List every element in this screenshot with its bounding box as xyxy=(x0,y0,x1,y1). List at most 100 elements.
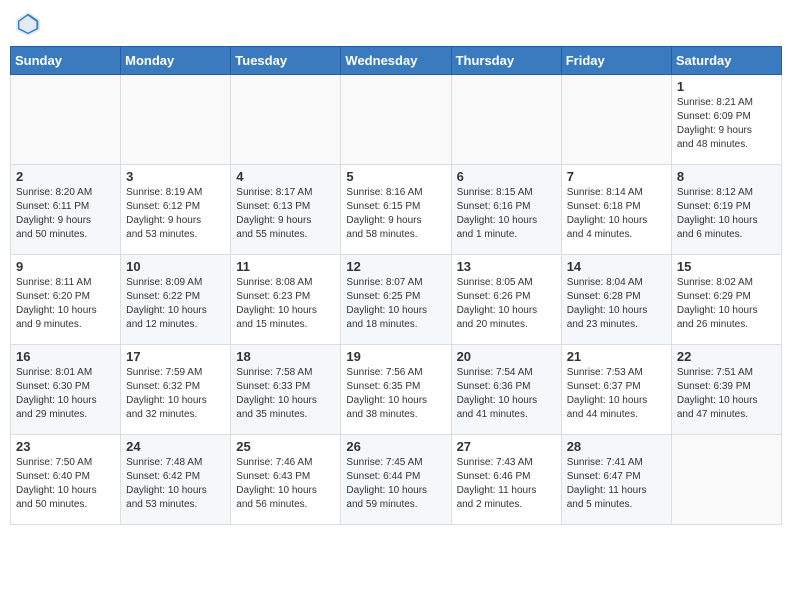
day-info: Sunrise: 8:12 AM Sunset: 6:19 PM Dayligh… xyxy=(677,186,776,242)
day-info: Sunrise: 7:48 AM Sunset: 6:42 PM Dayligh… xyxy=(126,456,225,512)
day-number: 21 xyxy=(567,349,666,364)
day-info: Sunrise: 7:53 AM Sunset: 6:37 PM Dayligh… xyxy=(567,366,666,422)
calendar-day-22: 22 Sunrise: 7:51 AM Sunset: 6:39 PM Dayli… xyxy=(671,345,781,435)
calendar-day-26: 26 Sunrise: 7:45 AM Sunset: 6:44 PM Dayli… xyxy=(341,435,451,525)
day-info: Sunrise: 8:07 AM Sunset: 6:25 PM Dayligh… xyxy=(346,276,445,332)
calendar-week-3: 9 Sunrise: 8:11 AM Sunset: 6:20 PM Daylig… xyxy=(11,255,782,345)
calendar-day-3: 3 Sunrise: 8:19 AM Sunset: 6:12 PM Daylig… xyxy=(121,165,231,255)
day-info: Sunrise: 8:05 AM Sunset: 6:26 PM Dayligh… xyxy=(457,276,556,332)
day-info: Sunrise: 7:50 AM Sunset: 6:40 PM Dayligh… xyxy=(16,456,115,512)
calendar-empty-cell xyxy=(121,75,231,165)
day-info: Sunrise: 8:14 AM Sunset: 6:18 PM Dayligh… xyxy=(567,186,666,242)
day-number: 4 xyxy=(236,169,335,184)
calendar-day-16: 16Sunrise: 8:01 AM Sunset: 6:30 PM Dayli… xyxy=(11,345,121,435)
day-info: Sunrise: 8:19 AM Sunset: 6:12 PM Dayligh… xyxy=(126,186,225,242)
day-number: 3 xyxy=(126,169,225,184)
day-info: Sunrise: 7:45 AM Sunset: 6:44 PM Dayligh… xyxy=(346,456,445,512)
calendar-empty-cell xyxy=(341,75,451,165)
calendar-day-13: 13 Sunrise: 8:05 AM Sunset: 6:26 PM Dayli… xyxy=(451,255,561,345)
calendar-day-12: 12 Sunrise: 8:07 AM Sunset: 6:25 PM Dayli… xyxy=(341,255,451,345)
calendar-day-17: 17 Sunrise: 7:59 AM Sunset: 6:32 PM Dayli… xyxy=(121,345,231,435)
day-info: Sunrise: 8:02 AM Sunset: 6:29 PM Dayligh… xyxy=(677,276,776,332)
day-number: 12 xyxy=(346,259,445,274)
day-number: 26 xyxy=(346,439,445,454)
day-info: Sunrise: 7:58 AM Sunset: 6:33 PM Dayligh… xyxy=(236,366,335,422)
weekday-header-monday: Monday xyxy=(121,47,231,75)
page-header xyxy=(10,10,782,38)
day-number: 16 xyxy=(16,349,115,364)
day-number: 14 xyxy=(567,259,666,274)
day-number: 2 xyxy=(16,169,115,184)
weekday-header-friday: Friday xyxy=(561,47,671,75)
day-number: 20 xyxy=(457,349,556,364)
day-number: 18 xyxy=(236,349,335,364)
calendar-empty-cell xyxy=(11,75,121,165)
calendar-day-2: 2 Sunrise: 8:20 AM Sunset: 6:11 PM Daylig… xyxy=(11,165,121,255)
weekday-header-saturday: Saturday xyxy=(671,47,781,75)
calendar-day-9: 9 Sunrise: 8:11 AM Sunset: 6:20 PM Daylig… xyxy=(11,255,121,345)
day-number: 5 xyxy=(346,169,445,184)
calendar-day-5: 5Sunrise: 8:16 AM Sunset: 6:15 PM Daylig… xyxy=(341,165,451,255)
calendar-day-23: 23 Sunrise: 7:50 AM Sunset: 6:40 PM Dayli… xyxy=(11,435,121,525)
calendar-day-19: 19Sunrise: 7:56 AM Sunset: 6:35 PM Dayli… xyxy=(341,345,451,435)
day-number: 10 xyxy=(126,259,225,274)
day-info: Sunrise: 8:15 AM Sunset: 6:16 PM Dayligh… xyxy=(457,186,556,242)
logo xyxy=(14,10,44,38)
day-info: Sunrise: 8:04 AM Sunset: 6:28 PM Dayligh… xyxy=(567,276,666,332)
calendar-day-27: 27 Sunrise: 7:43 AM Sunset: 6:46 PM Dayli… xyxy=(451,435,561,525)
calendar-empty-cell xyxy=(671,435,781,525)
weekday-header-tuesday: Tuesday xyxy=(231,47,341,75)
day-number: 1 xyxy=(677,79,776,94)
calendar-day-10: 10 Sunrise: 8:09 AM Sunset: 6:22 PM Dayli… xyxy=(121,255,231,345)
day-info: Sunrise: 8:20 AM Sunset: 6:11 PM Dayligh… xyxy=(16,186,115,242)
weekday-header-row: SundayMondayTuesdayWednesdayThursdayFrid… xyxy=(11,47,782,75)
calendar-day-4: 4Sunrise: 8:17 AM Sunset: 6:13 PM Daylig… xyxy=(231,165,341,255)
calendar-day-11: 11 Sunrise: 8:08 AM Sunset: 6:23 PM Dayli… xyxy=(231,255,341,345)
day-number: 28 xyxy=(567,439,666,454)
day-info: Sunrise: 7:56 AM Sunset: 6:35 PM Dayligh… xyxy=(346,366,445,422)
day-info: Sunrise: 7:46 AM Sunset: 6:43 PM Dayligh… xyxy=(236,456,335,512)
calendar-empty-cell xyxy=(451,75,561,165)
day-number: 17 xyxy=(126,349,225,364)
calendar-day-21: 21 Sunrise: 7:53 AM Sunset: 6:37 PM Dayli… xyxy=(561,345,671,435)
day-info: Sunrise: 7:41 AM Sunset: 6:47 PM Dayligh… xyxy=(567,456,666,512)
day-number: 8 xyxy=(677,169,776,184)
weekday-header-sunday: Sunday xyxy=(11,47,121,75)
day-number: 7 xyxy=(567,169,666,184)
day-number: 27 xyxy=(457,439,556,454)
calendar-empty-cell xyxy=(561,75,671,165)
day-info: Sunrise: 7:51 AM Sunset: 6:39 PM Dayligh… xyxy=(677,366,776,422)
calendar-day-25: 25 Sunrise: 7:46 AM Sunset: 6:43 PM Dayli… xyxy=(231,435,341,525)
day-info: Sunrise: 8:11 AM Sunset: 6:20 PM Dayligh… xyxy=(16,276,115,332)
calendar-day-20: 20 Sunrise: 7:54 AM Sunset: 6:36 PM Dayli… xyxy=(451,345,561,435)
calendar-day-8: 8 Sunrise: 8:12 AM Sunset: 6:19 PM Daylig… xyxy=(671,165,781,255)
weekday-header-thursday: Thursday xyxy=(451,47,561,75)
day-number: 11 xyxy=(236,259,335,274)
day-info: Sunrise: 8:21 AM Sunset: 6:09 PM Dayligh… xyxy=(677,96,776,152)
calendar-week-4: 16Sunrise: 8:01 AM Sunset: 6:30 PM Dayli… xyxy=(11,345,782,435)
calendar-day-6: 6 Sunrise: 8:15 AM Sunset: 6:16 PM Daylig… xyxy=(451,165,561,255)
logo-icon xyxy=(14,10,42,38)
calendar-empty-cell xyxy=(231,75,341,165)
calendar-day-28: 28 Sunrise: 7:41 AM Sunset: 6:47 PM Dayli… xyxy=(561,435,671,525)
day-number: 13 xyxy=(457,259,556,274)
day-info: Sunrise: 7:54 AM Sunset: 6:36 PM Dayligh… xyxy=(457,366,556,422)
day-number: 6 xyxy=(457,169,556,184)
day-number: 25 xyxy=(236,439,335,454)
calendar-day-15: 15 Sunrise: 8:02 AM Sunset: 6:29 PM Dayli… xyxy=(671,255,781,345)
day-info: Sunrise: 8:09 AM Sunset: 6:22 PM Dayligh… xyxy=(126,276,225,332)
day-info: Sunrise: 8:08 AM Sunset: 6:23 PM Dayligh… xyxy=(236,276,335,332)
weekday-header-wednesday: Wednesday xyxy=(341,47,451,75)
calendar-day-14: 14 Sunrise: 8:04 AM Sunset: 6:28 PM Dayli… xyxy=(561,255,671,345)
calendar-day-24: 24 Sunrise: 7:48 AM Sunset: 6:42 PM Dayli… xyxy=(121,435,231,525)
day-number: 23 xyxy=(16,439,115,454)
calendar-day-18: 18 Sunrise: 7:58 AM Sunset: 6:33 PM Dayli… xyxy=(231,345,341,435)
day-number: 24 xyxy=(126,439,225,454)
day-number: 9 xyxy=(16,259,115,274)
day-number: 15 xyxy=(677,259,776,274)
calendar-week-5: 23 Sunrise: 7:50 AM Sunset: 6:40 PM Dayli… xyxy=(11,435,782,525)
day-info: Sunrise: 7:43 AM Sunset: 6:46 PM Dayligh… xyxy=(457,456,556,512)
calendar-day-7: 7 Sunrise: 8:14 AM Sunset: 6:18 PM Daylig… xyxy=(561,165,671,255)
day-number: 22 xyxy=(677,349,776,364)
day-info: Sunrise: 7:59 AM Sunset: 6:32 PM Dayligh… xyxy=(126,366,225,422)
